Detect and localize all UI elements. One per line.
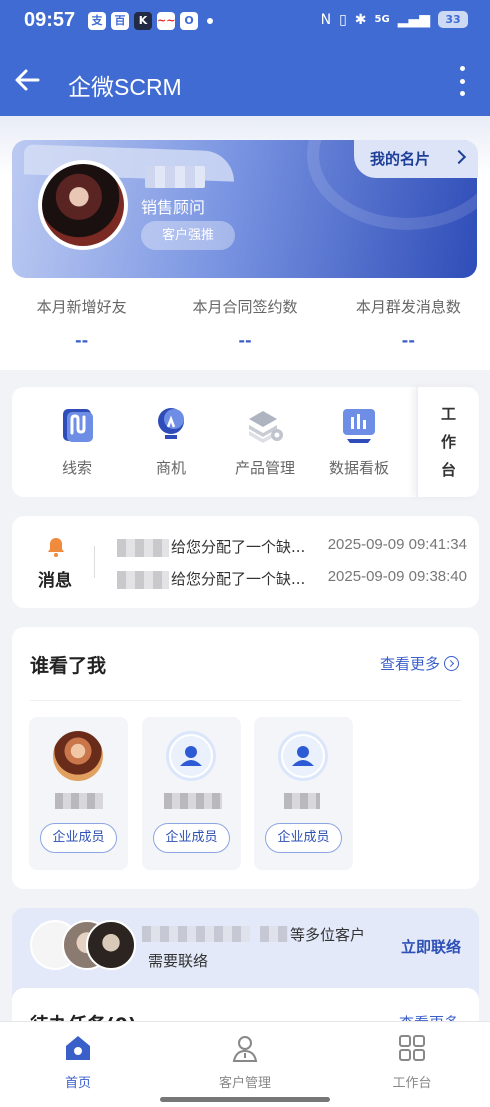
stat-contracts[interactable]: 本月合同签约数 --: [163, 296, 326, 350]
bluetooth-icon: ✱: [354, 11, 367, 28]
tab-home[interactable]: 首页: [18, 1032, 138, 1091]
stat-mass-messages[interactable]: 本月群发消息数 --: [327, 296, 490, 350]
bell-icon: [48, 538, 64, 557]
user-role: 销售顾问: [141, 198, 206, 217]
viewer-name-redacted: [55, 793, 103, 809]
tool-product-management[interactable]: 产品管理: [220, 405, 310, 478]
circle-app-icon: O: [180, 12, 198, 30]
quick-tools: 线索 商机 产品管理 数据看板 工 作 台: [12, 387, 479, 497]
viewer-tag: 企业成员: [153, 823, 230, 853]
section-title: 谁看了我: [30, 655, 107, 677]
messages-title: 消息: [38, 571, 72, 591]
sender-redacted: [117, 570, 169, 589]
default-user-icon: [166, 731, 216, 781]
k-app-icon: K: [134, 12, 152, 30]
default-user-icon: [278, 731, 328, 781]
back-arrow-icon: [15, 69, 40, 91]
tool-dashboard[interactable]: 数据看板: [314, 405, 404, 478]
avatar: [53, 731, 103, 781]
nfc-icon: N: [320, 11, 332, 28]
stat-new-friends[interactable]: 本月新增好友 --: [0, 296, 163, 350]
avatar[interactable]: [38, 160, 128, 250]
network-label: 5G: [374, 14, 390, 25]
viewer-name-redacted: [284, 793, 320, 809]
home-indicator: [160, 1097, 330, 1102]
viewer-name-redacted: [164, 793, 222, 809]
back-button[interactable]: [12, 64, 44, 96]
grid-icon: [399, 1035, 425, 1061]
tool-leads[interactable]: 线索: [32, 405, 122, 478]
alipay-icon: 支: [88, 12, 106, 30]
workbench-side-tab[interactable]: 工 作 台: [416, 387, 479, 497]
tool-opportunity[interactable]: 商机: [126, 405, 216, 478]
message-item[interactable]: 给您分配了一个缺... 2025-09-09 09:38:40: [117, 568, 467, 590]
dashboard-icon: [343, 409, 375, 443]
avatar: [86, 920, 136, 970]
contact-now-button[interactable]: 立即联络: [401, 936, 461, 957]
tab-customer-management[interactable]: 客户管理: [185, 1032, 305, 1091]
signal-icon: ▂▄▆: [397, 11, 430, 28]
messages-panel[interactable]: 消息 给您分配了一个缺... 2025-09-09 09:41:34 给您分配了…: [12, 516, 479, 608]
product-management-icon: [249, 411, 283, 443]
chevron-right-icon: [451, 149, 467, 165]
viewer-card[interactable]: 企业成员: [29, 717, 128, 870]
page-title: 企微SCRM: [68, 74, 182, 100]
my-card-button[interactable]: 我的名片: [354, 140, 478, 178]
status-right: N ▯ ✱ 5G ▂▄▆ 33: [321, 11, 468, 28]
stock-app-icon: ~~: [157, 12, 175, 30]
status-bar: 09:57 支 百 K ~~ O N ▯ ✱ 5G ▂▄▆ 33: [0, 0, 490, 44]
leads-icon: [63, 409, 93, 442]
baidu-icon: 百: [111, 12, 129, 30]
sender-redacted: [117, 538, 169, 557]
who-viewed-me-panel: 谁看了我 查看更多 企业成员 企业成员 企业成员: [12, 627, 479, 889]
bottom-tab-bar: 首页 客户管理 工作台: [0, 1021, 490, 1107]
vibrate-icon: ▯: [339, 11, 347, 28]
customer-names-redacted: [142, 926, 250, 942]
home-icon: [66, 1036, 90, 1060]
view-more-link[interactable]: 查看更多: [380, 653, 459, 674]
viewer-card[interactable]: 企业成员: [254, 717, 353, 870]
more-menu-button[interactable]: [454, 66, 470, 96]
opportunity-icon: [158, 408, 184, 439]
user-tag[interactable]: 客户强推: [141, 221, 235, 250]
customer-icon: [232, 1036, 258, 1062]
viewer-tag: 企业成员: [40, 823, 117, 853]
viewer-tag: 企业成员: [265, 823, 342, 853]
status-time: 09:57: [24, 9, 76, 31]
status-app-icons: 支 百 K ~~ O: [88, 12, 213, 30]
message-item[interactable]: 给您分配了一个缺... 2025-09-09 09:41:34: [117, 536, 467, 558]
app-header: 企微SCRM: [0, 44, 490, 116]
monthly-stats: 本月新增好友 -- 本月合同签约数 -- 本月群发消息数 --: [0, 296, 490, 350]
battery-icon: 33: [438, 11, 468, 28]
chevron-circle-icon: [444, 656, 459, 671]
user-name-redacted: [145, 166, 205, 188]
notification-dot-icon: [207, 18, 213, 24]
tab-workbench[interactable]: 工作台: [352, 1032, 472, 1091]
viewer-card[interactable]: 企业成员: [142, 717, 241, 870]
